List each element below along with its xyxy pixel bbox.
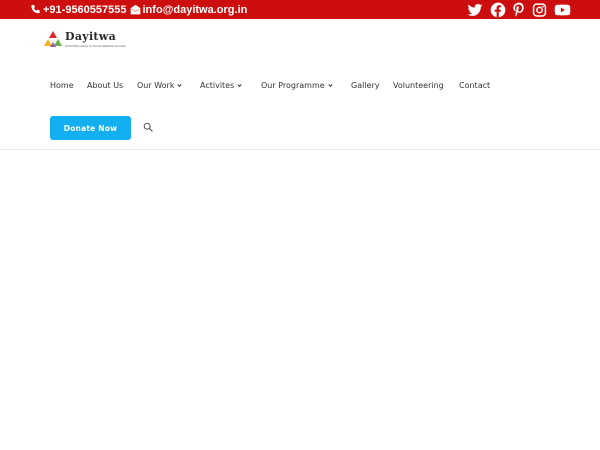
main-content	[0, 151, 600, 450]
nav-item-label: Contact	[459, 80, 491, 90]
facebook-icon[interactable]	[490, 2, 506, 18]
donate-button-label: Donate Now	[63, 123, 118, 133]
chevron-down-icon	[177, 83, 183, 87]
logo-mark-icon	[44, 31, 62, 47]
nav-item-label: Gallery	[351, 80, 380, 90]
chevron-down-icon	[328, 83, 333, 87]
nav-item-gallery[interactable]: Gallery	[351, 79, 380, 91]
email-address: info@dayitwa.org.in	[142, 3, 248, 16]
contact-info: +91-9560557555 info@dayitwa.org.in	[30, 0, 247, 19]
nav-item-home[interactable]: Home	[50, 79, 74, 91]
nav-item-volunteering[interactable]: Volunteering	[393, 79, 444, 91]
nav-item-label: Our Work	[137, 80, 175, 90]
nav-item-label: About Us	[87, 80, 124, 90]
logo-tagline: Child Education & Social Welfare Society	[65, 44, 126, 48]
nav-item-label: Home	[50, 80, 74, 90]
youtube-icon[interactable]	[554, 2, 571, 18]
top-bar: +91-9560557555 info@dayitwa.org.in	[0, 0, 600, 19]
envelope-open-icon	[130, 4, 140, 15]
pinterest-icon[interactable]	[512, 2, 526, 18]
phone-icon	[31, 4, 40, 14]
search-icon[interactable]	[143, 122, 153, 132]
nav-item-label: Volunteering	[393, 80, 444, 90]
nav-item-our-programme[interactable]: Our Programme	[261, 79, 333, 91]
nav-item-about-us[interactable]: About Us	[87, 79, 123, 91]
nav-item-activites[interactable]: Activites	[200, 79, 242, 91]
chevron-down-icon	[237, 83, 242, 87]
nav-item-label: Our Programme	[261, 80, 325, 90]
logo-name: Dayitwa	[65, 30, 117, 43]
nav-item-our-work[interactable]: Our Work	[137, 79, 183, 91]
nav-item-contact[interactable]: Contact	[459, 79, 490, 91]
instagram-icon[interactable]	[532, 2, 547, 18]
donate-now-button[interactable]: Donate Now	[50, 116, 131, 140]
site-header: Dayitwa Child Education & Social Welfare…	[0, 19, 600, 150]
phone-number: +91-9560557555	[43, 3, 127, 16]
nav-item-label: Activites	[200, 80, 235, 90]
twitter-icon[interactable]	[467, 2, 483, 18]
email-link[interactable]: info@dayitwa.org.in	[130, 3, 248, 16]
phone-link[interactable]: +91-9560557555	[30, 4, 127, 16]
site-logo[interactable]: Dayitwa Child Education & Social Welfare…	[43, 29, 133, 51]
